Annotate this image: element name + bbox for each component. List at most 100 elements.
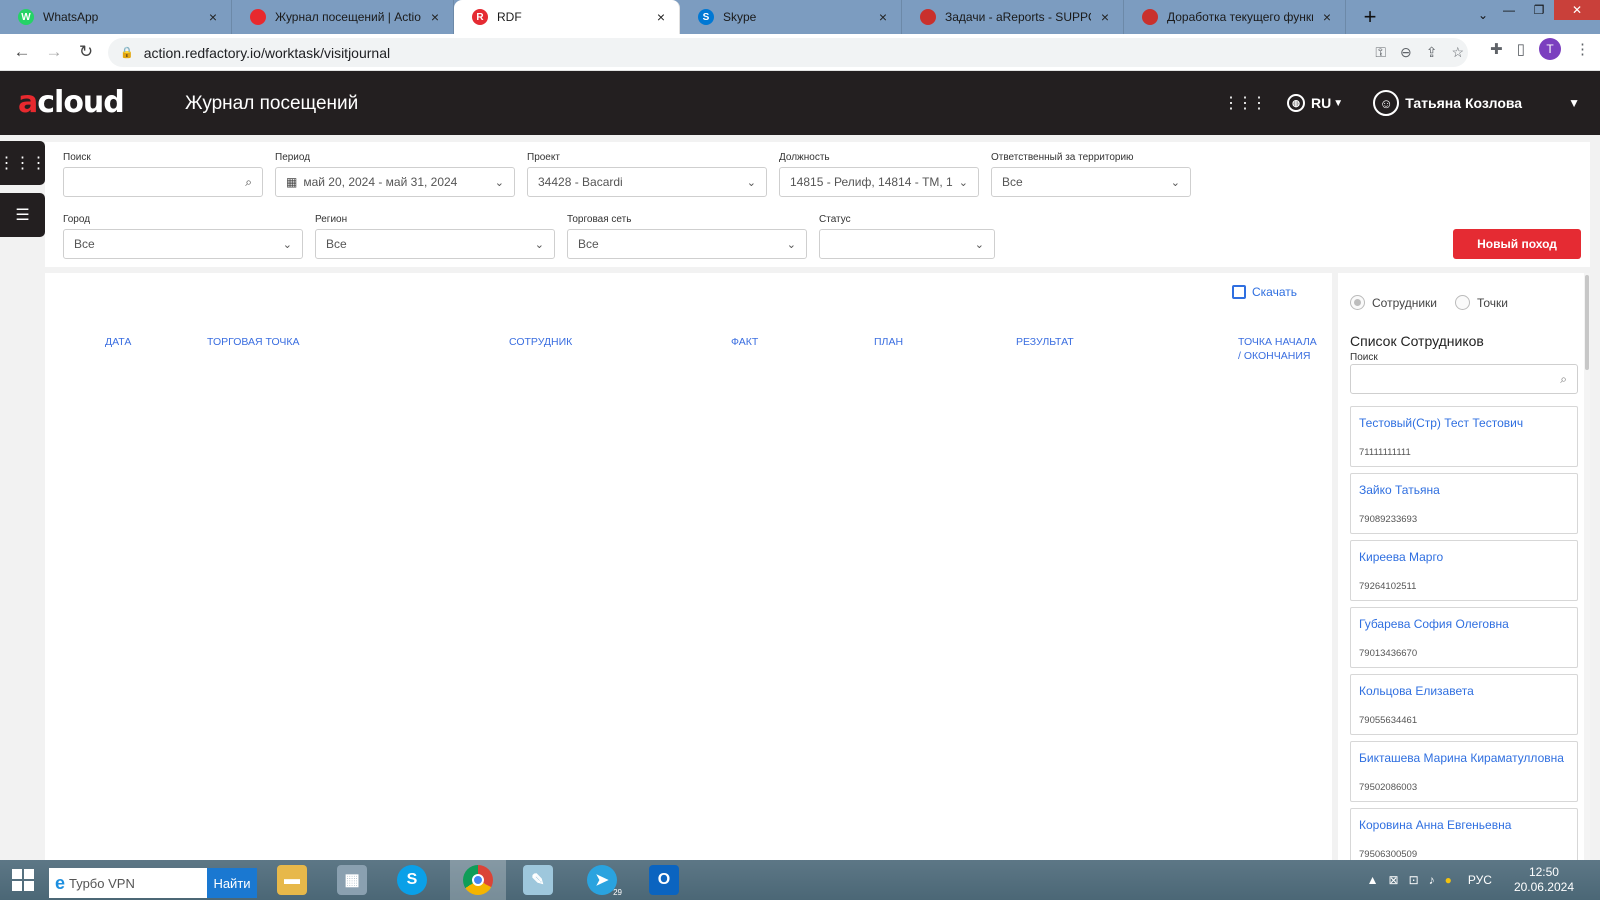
- system-tray: ▲ ⊠ ⊡ ♪ ● РУС 12:50 20.06.2024: [1367, 860, 1600, 900]
- radio-points[interactable]: [1455, 295, 1470, 310]
- position-filter: Должность 14815 - Релиф, 14814 - ТМ, 14.…: [779, 152, 979, 197]
- skype-app[interactable]: S: [384, 860, 440, 900]
- column-header-result[interactable]: РЕЗУЛЬТАТ: [1016, 335, 1074, 349]
- column-header-store[interactable]: ТОРГОВАЯ ТОЧКА: [207, 335, 300, 349]
- employee-phone: 79055634461: [1359, 715, 1418, 726]
- employee-card[interactable]: Кольцова Елизавета 79055634461: [1350, 674, 1578, 735]
- employee-card[interactable]: Тестовый(Стр) Тест Тестович 71111111111: [1350, 406, 1578, 467]
- chain-filter: Торговая сеть Все ⌄: [567, 214, 807, 259]
- search-field[interactable]: [74, 175, 246, 189]
- key-icon[interactable]: ⚿: [1375, 44, 1386, 61]
- tab-search-icon[interactable]: ⌄: [1478, 8, 1488, 22]
- radio-employees[interactable]: [1350, 295, 1365, 310]
- tab-close-icon[interactable]: ×: [653, 9, 669, 25]
- new-tab-button[interactable]: +: [1350, 0, 1390, 34]
- search-filter: Поиск ⌕: [63, 152, 263, 197]
- tab-close-icon[interactable]: ×: [1319, 9, 1335, 25]
- tab-close-icon[interactable]: ×: [875, 9, 891, 25]
- vpn-icon[interactable]: ●: [1445, 873, 1452, 887]
- windows-taskbar: e Турбо VPN Найти ▬ ▦ S ✎ ➤ 29 O ▲ ⊠ ⊡ ♪…: [0, 860, 1600, 900]
- bookmark-star-icon[interactable]: ☆: [1451, 44, 1464, 61]
- project-select[interactable]: 34428 - Bacardi ⌄: [527, 167, 767, 197]
- forward-icon[interactable]: →: [38, 36, 70, 68]
- radio-points-label: Точки: [1477, 295, 1509, 310]
- user-menu[interactable]: ☺ Татьяна Козлова ▼: [1373, 90, 1580, 116]
- city-select[interactable]: Все ⌄: [63, 229, 303, 259]
- column-header-fact[interactable]: ФАКТ: [731, 335, 758, 349]
- chrome-app[interactable]: [450, 860, 506, 900]
- employee-card[interactable]: Зайко Татьяна 79089233693: [1350, 473, 1578, 534]
- employee-search-input[interactable]: ⌕: [1350, 364, 1578, 394]
- input-language[interactable]: РУС: [1468, 873, 1492, 887]
- employee-scrollbar[interactable]: [1584, 273, 1590, 860]
- side-panel-icon[interactable]: ▯: [1517, 40, 1525, 58]
- tray-chevron-up-icon[interactable]: ▲: [1367, 873, 1379, 887]
- network-icon[interactable]: ⊠: [1389, 873, 1399, 887]
- scrollbar-thumb[interactable]: [1585, 275, 1589, 370]
- wifi-icon[interactable]: ⊡: [1409, 873, 1419, 887]
- hamburger-icon: ☰: [15, 207, 30, 224]
- restore-icon[interactable]: ❐: [1524, 0, 1554, 20]
- employee-card[interactable]: Бикташева Марина Кираматулловна 795020860…: [1350, 741, 1578, 802]
- search-input[interactable]: ⌕: [63, 167, 263, 197]
- apps-grid-icon[interactable]: ⋮⋮⋮: [1223, 93, 1267, 113]
- browser-tab[interactable]: Журнал посещений | Action R ×: [232, 0, 454, 34]
- tab-close-icon[interactable]: ×: [1097, 9, 1113, 25]
- minimize-icon[interactable]: —: [1494, 0, 1524, 20]
- new-visit-button[interactable]: Новый поход: [1453, 229, 1581, 259]
- browser-tab[interactable]: W WhatsApp ×: [0, 0, 232, 34]
- column-header-employee[interactable]: СОТРУДНИК: [509, 335, 572, 349]
- search-label: Поиск: [63, 152, 91, 163]
- chain-select[interactable]: Все ⌄: [567, 229, 807, 259]
- close-window-icon[interactable]: ✕: [1554, 0, 1600, 20]
- acloud-logo[interactable]: acloud: [18, 85, 125, 120]
- tab-title: Skype: [723, 10, 757, 24]
- menu-dots-icon[interactable]: ⋮: [1575, 40, 1590, 58]
- download-icon: [1232, 285, 1246, 299]
- language-selector[interactable]: ◍ RU ▼: [1287, 94, 1343, 112]
- apps-menu-button[interactable]: ⋮⋮⋮: [0, 141, 47, 185]
- tab-title: Задачи - aReports - SUPPORT: [945, 10, 1091, 24]
- windows-logo-icon: [12, 869, 34, 891]
- employee-card[interactable]: Коровина Анна Евгеньевна 79506300509: [1350, 808, 1578, 860]
- profile-avatar[interactable]: T: [1539, 38, 1561, 60]
- browser-tab[interactable]: Доработка текущего функцио ×: [1124, 0, 1346, 34]
- taskbar-find-button[interactable]: Найти: [207, 868, 257, 898]
- column-header-plan[interactable]: ПЛАН: [874, 335, 903, 349]
- territory-select[interactable]: Все ⌄: [991, 167, 1191, 197]
- telegram-app[interactable]: ➤ 29: [574, 860, 630, 900]
- employee-panel: Сотрудники Точки Список Сотрудников Поис…: [1338, 273, 1590, 860]
- browser-tab[interactable]: Задачи - aReports - SUPPORT ×: [902, 0, 1124, 34]
- start-button[interactable]: [0, 860, 46, 900]
- tab-close-icon[interactable]: ×: [205, 9, 221, 25]
- employee-card[interactable]: Губарева София Олеговна 79013436670: [1350, 607, 1578, 668]
- outlook-app[interactable]: O: [636, 860, 692, 900]
- browser-tab[interactable]: R RDF ×: [454, 0, 680, 34]
- zoom-icon[interactable]: ⊖: [1400, 44, 1412, 61]
- position-select[interactable]: 14815 - Релиф, 14814 - ТМ, 14... ⌄: [779, 167, 979, 197]
- employee-name: Киреева Марго: [1359, 550, 1444, 564]
- reload-icon[interactable]: ↻: [70, 36, 102, 68]
- period-picker[interactable]: ▦ май 20, 2024 - май 31, 2024 ⌄: [275, 167, 515, 197]
- system-clock[interactable]: 12:50 20.06.2024: [1514, 865, 1574, 895]
- taskbar-search-input[interactable]: e Турбо VPN: [49, 868, 207, 898]
- extensions-icon[interactable]: ✚: [1490, 40, 1503, 58]
- employee-card[interactable]: Киреева Марго 79264102511: [1350, 540, 1578, 601]
- browser-tab[interactable]: S Skype ×: [680, 0, 902, 34]
- chevron-down-icon: ⌄: [1170, 176, 1180, 189]
- column-header-date[interactable]: ДАТА: [105, 335, 131, 349]
- back-icon[interactable]: ←: [6, 36, 38, 68]
- calculator-app[interactable]: ▦: [324, 860, 380, 900]
- file-explorer-app[interactable]: ▬: [264, 860, 320, 900]
- project-value: 34428 - Bacardi: [538, 175, 623, 189]
- region-select[interactable]: Все ⌄: [315, 229, 555, 259]
- share-icon[interactable]: ⇪: [1426, 44, 1438, 61]
- column-header-start-end-point[interactable]: ТОЧКА НАЧАЛА / ОКОНЧАНИЯ: [1238, 335, 1320, 363]
- status-select[interactable]: ⌄: [819, 229, 995, 259]
- hamburger-menu-button[interactable]: ☰: [0, 193, 45, 237]
- address-bar[interactable]: 🔒 action.redfactory.io/worktask/visitjou…: [108, 38, 1468, 67]
- tab-close-icon[interactable]: ×: [427, 9, 443, 25]
- volume-icon[interactable]: ♪: [1429, 873, 1435, 887]
- notepad-app[interactable]: ✎: [510, 860, 566, 900]
- download-button[interactable]: Скачать: [1232, 285, 1297, 299]
